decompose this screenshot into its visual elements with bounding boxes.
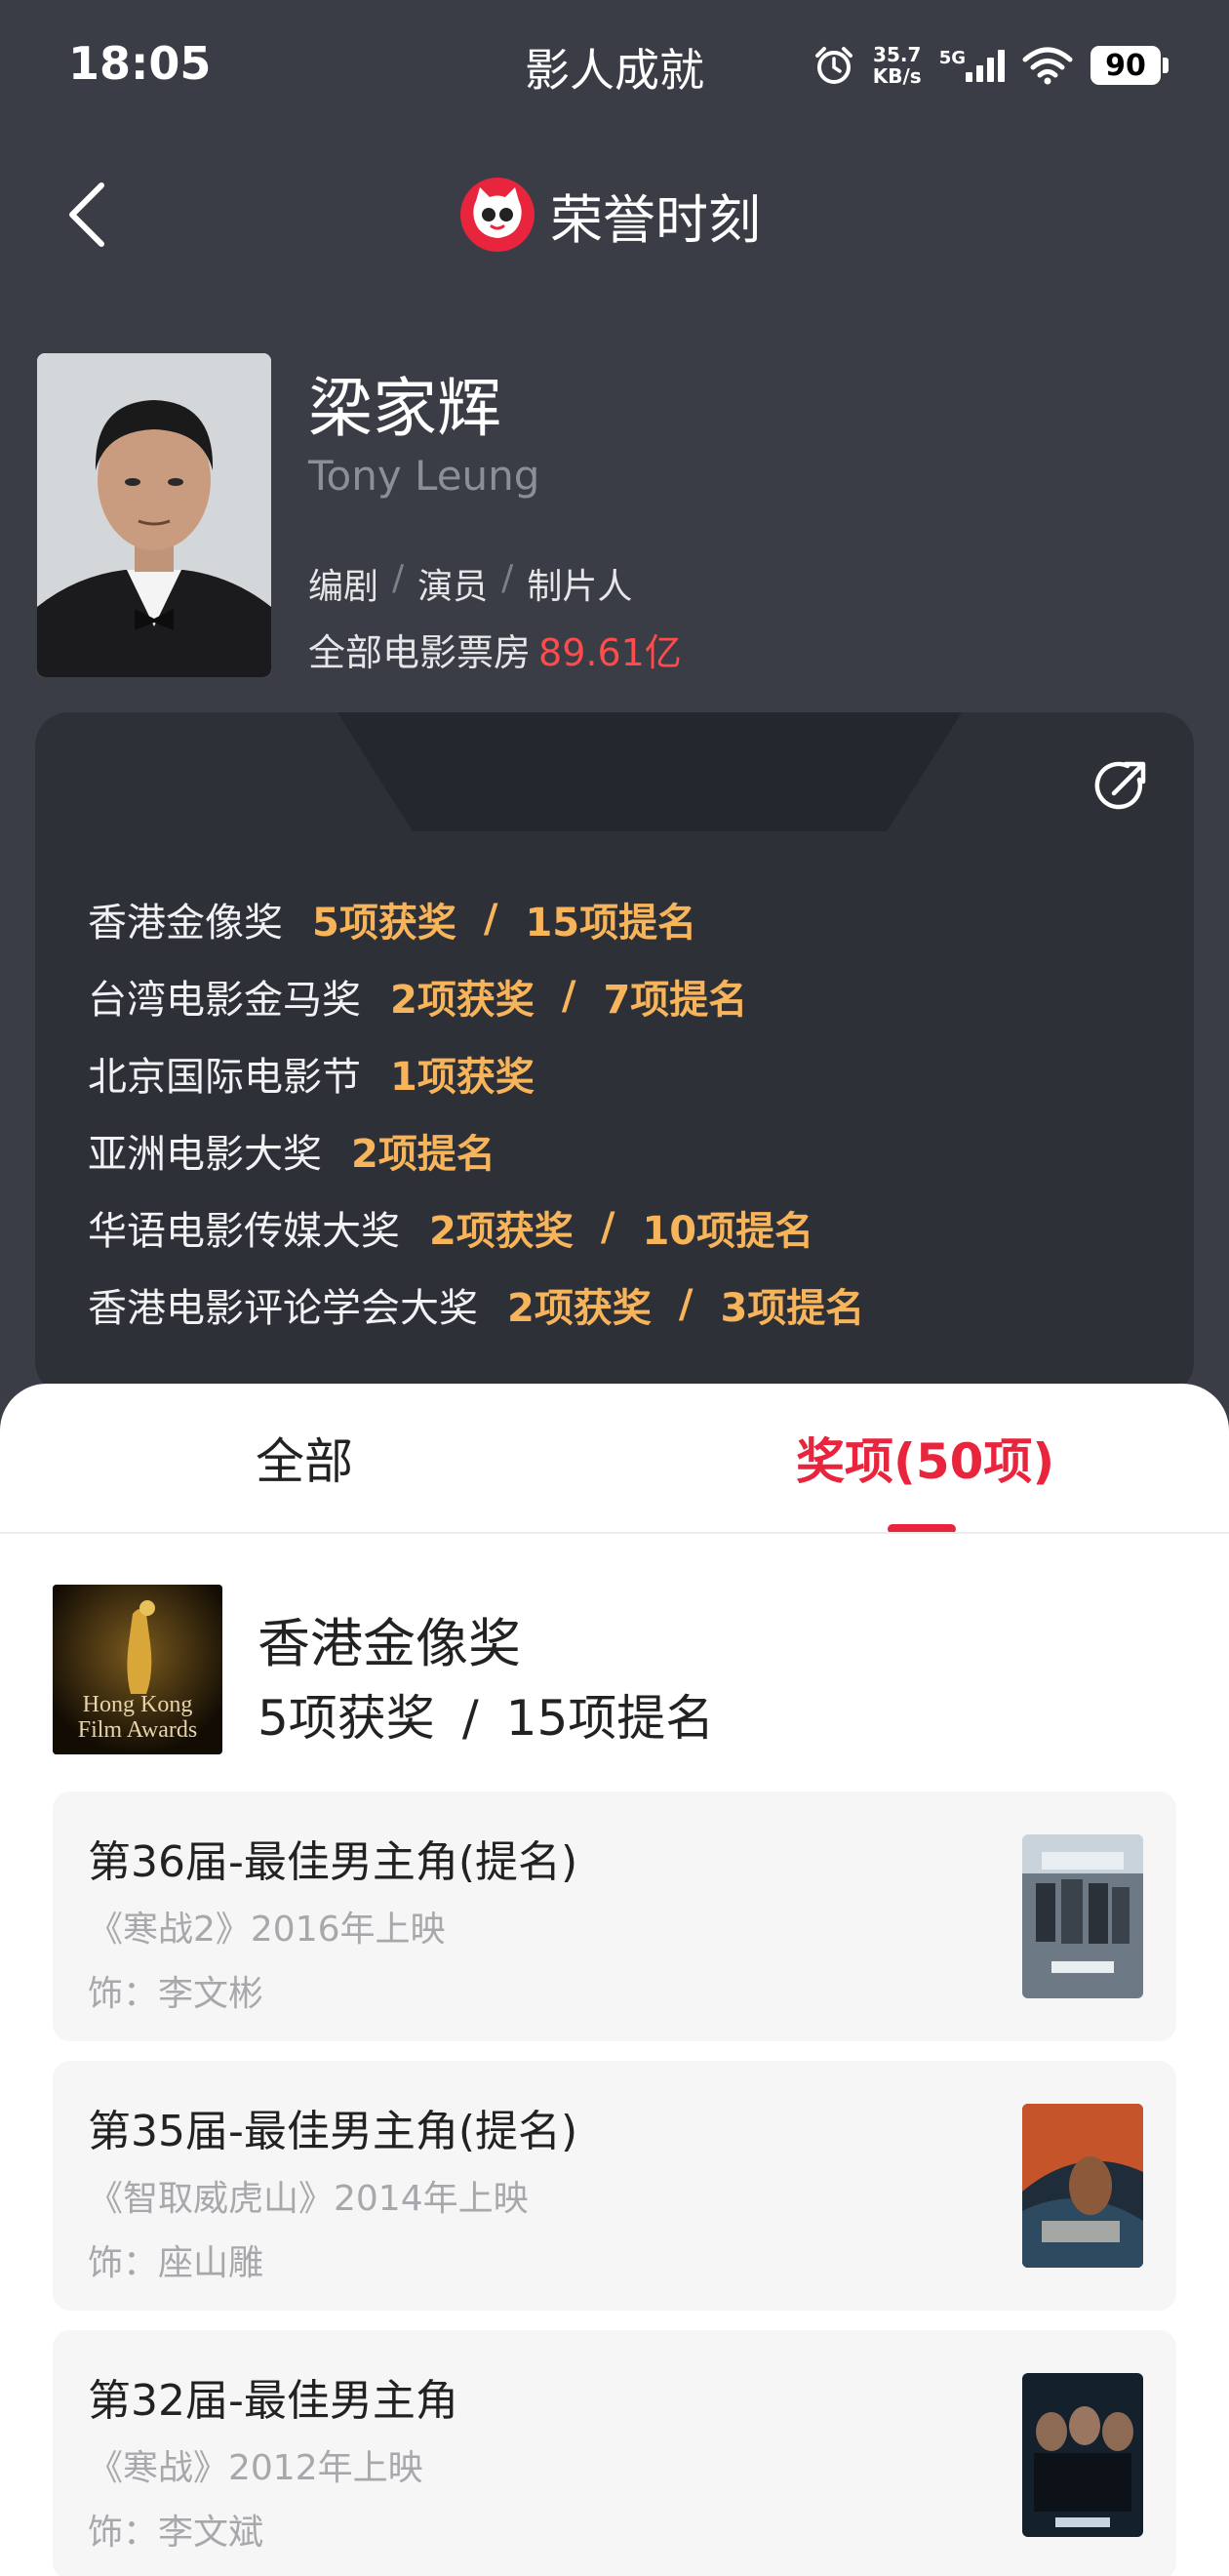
cat-logo-icon (460, 178, 535, 252)
achievements-tab-bg (337, 712, 962, 831)
ceremony-name: 香港金像奖 (258, 1613, 521, 1674)
tab-all[interactable]: 全部 (256, 1423, 353, 1493)
box-office-label: 全部电影票房 (308, 631, 532, 674)
ceremony-stats: 5项获奖/15项提名 (258, 1690, 715, 1747)
ceremony-logo: Hong Kong Film Awards (53, 1585, 222, 1754)
tab-awards[interactable]: 奖项(50项) (796, 1423, 1054, 1493)
award-title: 第35届-最佳男主角(提名) (88, 2107, 578, 2156)
chevron-left-icon[interactable] (60, 176, 119, 254)
movie-poster[interactable] (1022, 1834, 1143, 1998)
award-film: 《寒战》2012年上映 (88, 2448, 423, 2488)
award-title: 第36届-最佳男主角(提名) (88, 1837, 578, 1887)
role-item: 编剧 (308, 567, 379, 607)
achievement-row: 台湾电影金马奖 2项获奖 / 7项提名 (88, 973, 748, 1023)
achievements-list: 香港金像奖 5项获奖 / 15项提名 台湾电影金马奖 2项获奖 / 7项提名 北… (88, 880, 864, 1343)
achievement-row: 香港电影评论学会大奖 2项获奖 / 3项提名 (88, 1281, 865, 1331)
share-icon[interactable] (1090, 756, 1151, 817)
page-title: 荣誉时刻 (550, 188, 761, 251)
role-item: 制片人 (527, 567, 633, 607)
award-card[interactable]: 第35届-最佳男主角(提名) 《智取威虎山》2014年上映 饰：座山雕 (53, 2061, 1176, 2311)
award-film: 《寒战2》2016年上映 (88, 1910, 446, 1950)
achievement-row: 华语电影传媒大奖 2项获奖 / 10项提名 (88, 1204, 814, 1254)
achievement-row: 北京国际电影节 1项获奖 (88, 1054, 535, 1100)
award-title: 第32届-最佳男主角 (88, 2376, 458, 2426)
award-role: 饰：座山雕 (88, 2243, 264, 2283)
person-roles: 编剧 / 演员 / 制片人 (308, 558, 632, 609)
page-header: 荣誉时刻 (458, 176, 761, 254)
achievements-title: 影人成就 (525, 44, 704, 97)
awards-sheet: 全部 奖项(50项) Hong Kong Film Awards 香港金像奖 5… (0, 1384, 1229, 2576)
achievement-row: 亚洲电影大奖 2项提名 (88, 1131, 496, 1177)
person-name: 梁家辉 (308, 371, 501, 446)
logo-text: Film Awards (78, 1717, 197, 1743)
award-card[interactable]: 第32届-最佳男主角 《寒战》2012年上映 饰：李文斌 (53, 2330, 1176, 2576)
award-card[interactable]: 第36届-最佳男主角(提名) 《寒战2》2016年上映 饰：李文彬 (53, 1791, 1176, 2041)
role-item: 演员 (417, 567, 489, 607)
box-office-value: 89.61亿 (538, 631, 682, 674)
role-separator: / (501, 558, 514, 598)
person-english-name: Tony Leung (308, 452, 540, 500)
logo-text: Hong Kong (83, 1692, 193, 1717)
box-office: 全部电影票房 89.61亿 (308, 623, 682, 676)
movie-poster[interactable] (1022, 2373, 1143, 2537)
award-film: 《智取威虎山》2014年上映 (88, 2179, 529, 2219)
movie-poster[interactable] (1022, 2104, 1143, 2268)
award-role: 饰：李文斌 (88, 2513, 264, 2553)
award-role: 饰：李文彬 (88, 1974, 264, 2014)
avatar (37, 353, 271, 677)
achievement-row: 香港金像奖 5项获奖 / 15项提名 (88, 896, 697, 946)
role-separator: / (392, 558, 405, 598)
divider (0, 1532, 1229, 1534)
